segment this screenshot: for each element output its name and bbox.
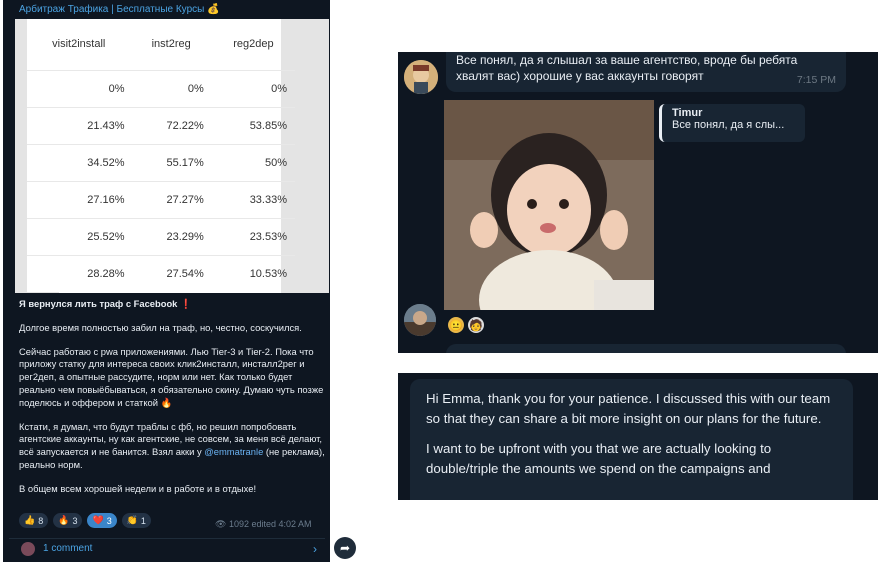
table-cell: 72.22% — [130, 106, 212, 144]
avatar — [21, 541, 35, 556]
reaction-count: 3 — [72, 515, 78, 526]
mention-link[interactable]: @emmatranle — [204, 446, 263, 457]
stats-table: visit2install inst2reg reg2dep 0% 0% 0% … — [27, 19, 295, 292]
table-cell: 10.53% — [211, 254, 295, 292]
chat-panel-bottom: Hi Emma, thank you for your patience. I … — [398, 373, 878, 500]
forward-icon: ➦ — [339, 541, 351, 555]
exclamation-icon: ❗ — [180, 298, 192, 309]
reaction-fire[interactable]: 🔥 3 — [53, 513, 83, 528]
table-cell: 23.53% — [211, 217, 295, 255]
channel-title[interactable]: Арбитраж Трафика | Бесплатные Курсы 💰 — [19, 4, 220, 15]
table-cell: 27.27% — [130, 180, 212, 218]
comments-label: 1 comment — [43, 543, 93, 554]
table-cell: 53.85% — [211, 106, 295, 144]
table-cell: 28.28% — [27, 254, 131, 292]
table-cell: 55.17% — [130, 143, 212, 181]
post-paragraph: Сейчас работаю с pwa приложениями. Лью T… — [19, 345, 324, 408]
smile-emoji-icon[interactable]: 😐 — [448, 317, 464, 333]
message-paragraph: I want to be upfront with you that we ar… — [426, 441, 772, 476]
message-paragraph: Hi Emma, thank you for your patience. I … — [426, 391, 831, 426]
message-bubble[interactable]: Все понял, да я слышал за ваше агентство… — [446, 52, 846, 92]
eye-icon: 👁 — [215, 519, 227, 529]
post-heading-text: Я вернулся лить траф с Facebook — [19, 298, 178, 309]
reply-text: Все понял, да я слы... — [672, 119, 785, 131]
stats-screenshot[interactable]: visit2install inst2reg reg2dep 0% 0% 0% … — [15, 19, 329, 293]
post-paragraph: Долгое время полностью забил на траф, но… — [19, 321, 302, 333]
message-bubble[interactable]: Hi Emma, thank you for your patience. I … — [410, 379, 853, 500]
table-row: 25.52% 23.29% 23.53% — [27, 217, 295, 255]
post-heading: Я вернулся лить траф с Facebook ❗ — [19, 298, 325, 311]
chevron-right-icon: › — [313, 541, 317, 556]
table-cell: 21.43% — [27, 106, 131, 144]
clap-icon: 👏 — [126, 515, 138, 525]
next-message-bubble — [446, 344, 846, 353]
table-cell: 0% — [211, 69, 295, 107]
reply-author: Timur — [672, 107, 703, 119]
table-cell: 0% — [130, 69, 212, 107]
reactions-bar: 👍 8 🔥 3 ❤️ 3 👏 1 — [19, 513, 151, 528]
post-meta: 👁 1092 edited 4:02 AM — [215, 519, 312, 530]
reaction-heart[interactable]: ❤️ 3 — [87, 513, 117, 528]
table-cell: 33.33% — [211, 180, 295, 218]
channel-post-panel: Арбитраж Трафика | Бесплатные Курсы 💰 vi… — [3, 0, 330, 562]
forward-button[interactable]: ➦ — [334, 537, 356, 559]
avatar[interactable] — [404, 304, 436, 336]
table-row: 27.16% 27.27% 33.33% — [27, 180, 295, 218]
reaction-count: 3 — [106, 515, 112, 526]
sticker-emoji-icon[interactable]: 🧑 — [468, 317, 484, 333]
post-paragraph: Кстати, я думал, что будут траблы с фб, … — [19, 421, 325, 472]
message-text: Все понял, да я слышал за ваше агентство… — [456, 53, 798, 83]
heart-icon: ❤️ — [92, 515, 104, 525]
chat-panel-top: Все понял, да я слышал за ваше агентство… — [398, 52, 878, 353]
message-time: 7:15 PM — [796, 74, 836, 86]
reaction-count: 8 — [38, 515, 44, 526]
table-row: 34.52% 55.17% 50% — [27, 143, 295, 181]
reply-preview[interactable]: Timur Все понял, да я слы... — [659, 104, 805, 142]
table-row: 21.43% 72.22% 53.85% — [27, 106, 295, 144]
photo-message[interactable] — [444, 100, 654, 310]
table-cell: 34.52% — [27, 143, 131, 181]
reaction-clap[interactable]: 👏 1 — [121, 513, 151, 528]
table-cell: 27.54% — [130, 254, 212, 292]
column-header: visit2install — [27, 19, 131, 70]
table-cell: 23.29% — [130, 217, 212, 255]
column-header: reg2dep — [233, 38, 274, 51]
fire-icon: 🔥 — [58, 515, 70, 525]
reaction-thumbs-up[interactable]: 👍 8 — [19, 513, 49, 528]
table-header-row: visit2install inst2reg reg2dep — [27, 19, 295, 70]
table-cell: 27.16% — [27, 180, 131, 218]
table-cell: 25.52% — [27, 217, 131, 255]
avatar[interactable] — [404, 60, 438, 94]
table-row: 0% 0% 0% — [27, 69, 295, 107]
table-row: 28.28% 27.54% 10.53% — [27, 254, 295, 292]
view-count: 1092 — [228, 519, 249, 529]
table-cell: 0% — [27, 69, 131, 107]
comments-button[interactable]: 1 comment › — [9, 538, 325, 558]
thumbs-up-icon: 👍 — [24, 515, 36, 525]
column-header: inst2reg — [151, 38, 191, 51]
post-paragraph: В общем всем хорошей недели и в работе и… — [19, 482, 257, 494]
reaction-count: 1 — [140, 515, 146, 526]
edited-time: edited 4:02 AM — [251, 519, 312, 529]
post-body: Я вернулся лить траф с Facebook ❗ Долгое… — [19, 298, 325, 507]
table-cell: 50% — [211, 143, 295, 181]
